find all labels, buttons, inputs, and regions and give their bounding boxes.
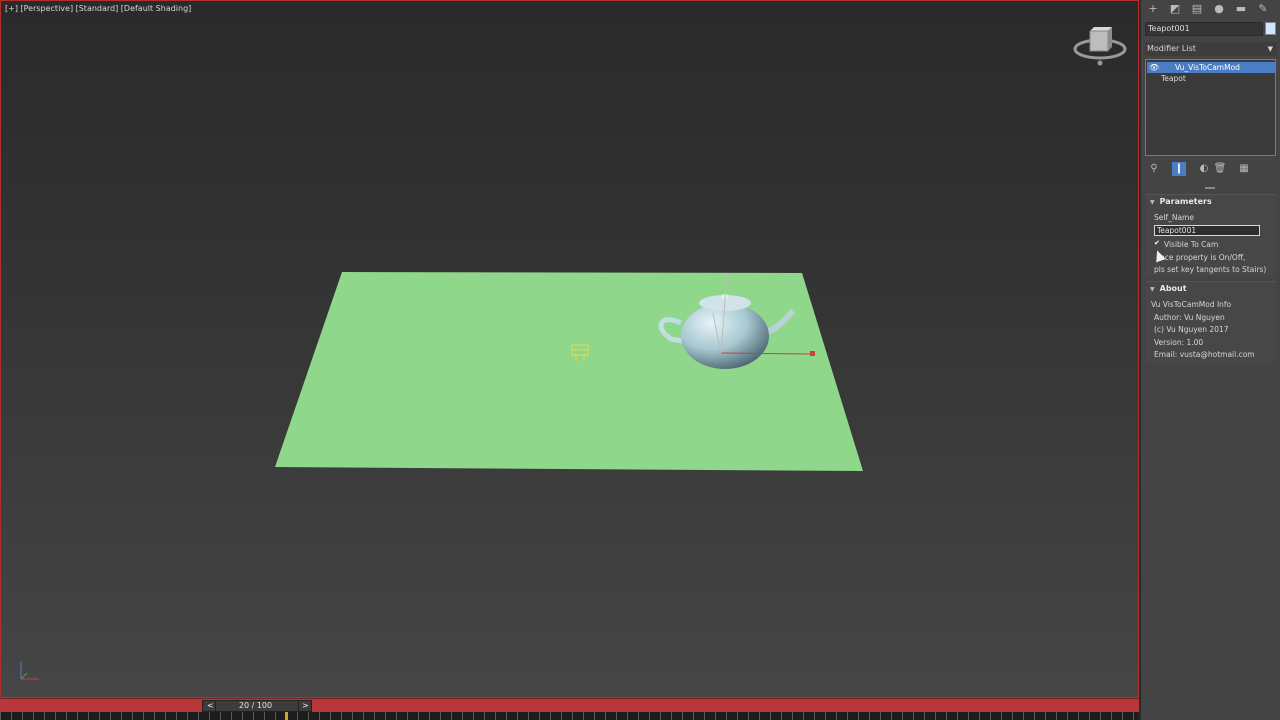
stack-item-teapot[interactable]: Teapot — [1147, 73, 1275, 84]
eye-icon[interactable]: 👁 — [1149, 62, 1159, 73]
remove-modifier-icon[interactable]: 🗑 — [1213, 162, 1227, 176]
rollout-title: About — [1159, 284, 1187, 293]
parameters-rollout: ▼ Parameters Self_Name Teapot001 ✔ Visibl… — [1146, 194, 1276, 276]
about-rollout: ▼ About Vu VisToCamMod Info Author: Vu Ng… — [1146, 281, 1276, 363]
modifier-list-label: Modifier List — [1147, 44, 1196, 53]
frame-label: 20 / 100 — [238, 701, 273, 710]
ground-plane[interactable] — [275, 272, 863, 471]
stack-toolbar: ⚲ ❙ ◐ 🗑 ▦ — [1147, 162, 1277, 176]
about-copyright: (c) Vu Nguyen 2017 — [1154, 325, 1229, 334]
about-heading: Vu VisToCamMod Info — [1151, 300, 1232, 309]
time-slider-bar[interactable]: 20 / 100 < > — [0, 698, 1139, 712]
stack-item-vistocammod[interactable]: 👁 Vu_VisToCamMod — [1147, 62, 1275, 73]
about-version: Version: 1.00 — [1154, 338, 1204, 347]
visible-to-cam-label: Visible To Cam — [1164, 240, 1219, 249]
command-panel: + ◩ ▤ ● ▬ ✎ Teapot001 Modifier List ▼ 👁 … — [1140, 0, 1280, 720]
about-email: Email: vusta@hotmail.com — [1154, 350, 1255, 359]
track-bar[interactable] — [0, 712, 1139, 720]
show-end-result-icon[interactable]: ❙ — [1172, 162, 1186, 176]
collapse-triangle-icon: ▼ — [1150, 286, 1155, 293]
object-color-swatch[interactable] — [1265, 22, 1276, 35]
previous-frame-button[interactable]: < — [202, 700, 216, 712]
time-slider-thumb[interactable]: 20 / 100 — [208, 700, 303, 712]
next-frame-button[interactable]: > — [298, 700, 312, 712]
command-panel-tabs: + ◩ ▤ ● ▬ ✎ — [1145, 2, 1279, 16]
note-line-2: pls set key tangents to Stairs) — [1154, 265, 1267, 274]
configure-sets-icon[interactable]: ▦ — [1237, 162, 1251, 176]
utilities-icon[interactable]: ✎ — [1256, 2, 1270, 16]
object-name-field[interactable]: Teapot001 — [1145, 22, 1263, 36]
chevron-down-icon: ▼ — [1267, 45, 1273, 53]
modify-icon[interactable]: ◩ — [1168, 2, 1182, 16]
viewcube[interactable] — [1072, 23, 1128, 67]
rollout-title: Parameters — [1159, 197, 1212, 206]
about-rollout-header[interactable]: ▼ About — [1150, 284, 1187, 293]
modifier-stack[interactable]: 👁 Vu_VisToCamMod Teapot — [1145, 59, 1276, 156]
collapse-triangle-icon: ▼ — [1150, 199, 1155, 206]
pin-stack-icon[interactable]: ⚲ — [1147, 162, 1161, 176]
modifier-list-dropdown[interactable]: Modifier List ▼ — [1145, 42, 1277, 56]
scene-canvas[interactable] — [1, 1, 1140, 699]
note-line-1: nce property is On/Off, — [1160, 253, 1246, 262]
stack-item-label: Teapot — [1161, 74, 1186, 83]
motion-icon[interactable]: ● — [1212, 2, 1226, 16]
axis-tripod — [20, 661, 39, 680]
stack-item-label: Vu_VisToCamMod — [1175, 63, 1240, 72]
parameters-rollout-header[interactable]: ▼ Parameters — [1150, 197, 1212, 206]
create-icon[interactable]: + — [1146, 2, 1160, 16]
hierarchy-icon[interactable]: ▤ — [1190, 2, 1204, 16]
make-unique-icon[interactable]: ◐ — [1197, 162, 1211, 176]
self-name-input[interactable]: Teapot001 — [1154, 225, 1260, 236]
about-author: Author: Vu Nguyen — [1154, 313, 1225, 322]
perspective-viewport[interactable]: [+] [Perspective] [Standard] [Default Sh… — [0, 0, 1139, 698]
current-frame-marker — [285, 712, 288, 720]
visible-to-cam-checkbox[interactable]: ✔ — [1154, 239, 1163, 248]
panel-divider-grip[interactable] — [1205, 187, 1215, 189]
display-icon[interactable]: ▬ — [1234, 2, 1248, 16]
self-name-label: Self_Name — [1154, 213, 1194, 222]
